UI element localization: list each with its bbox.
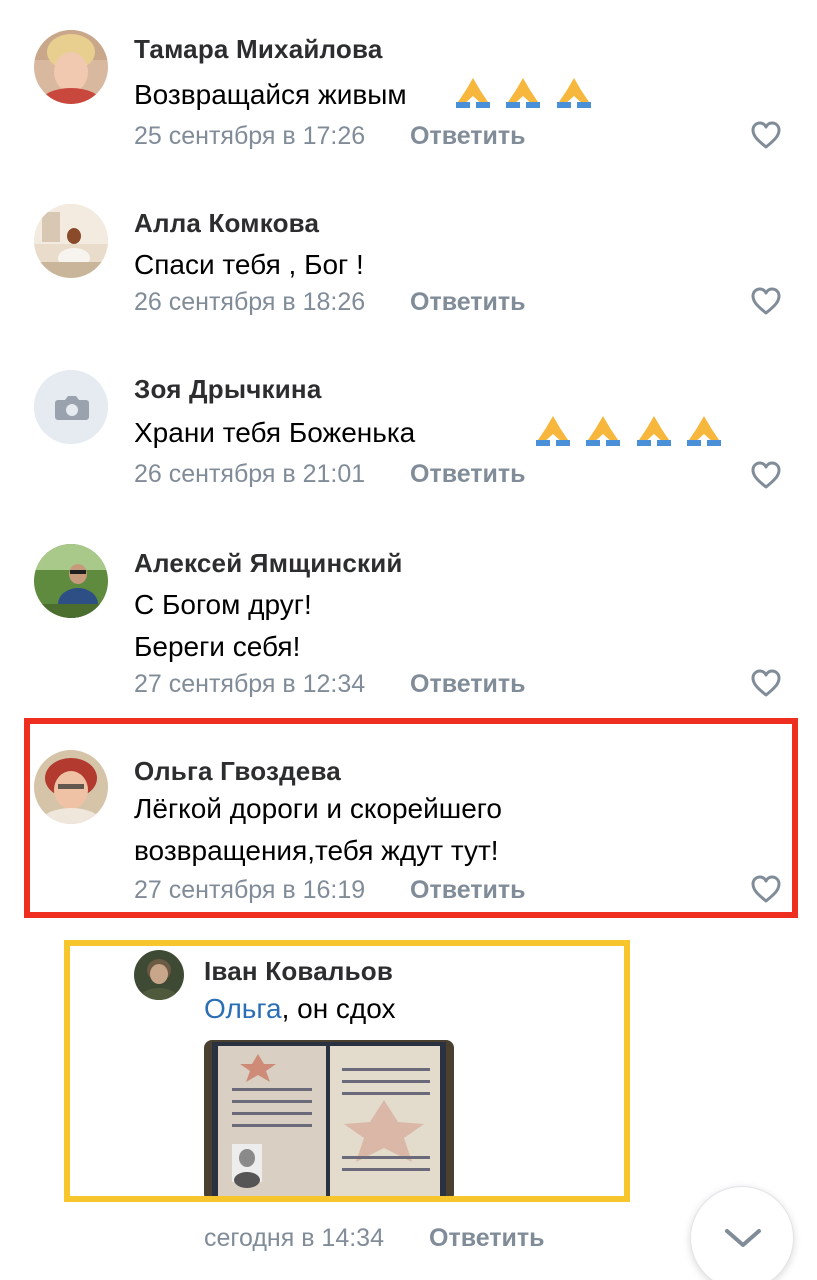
comment-text-line: Береги себя!	[134, 631, 301, 662]
comment-text-line: Лёгкой дороги и скорейшего	[134, 793, 502, 824]
comment-text: Возвращайся живым	[134, 74, 407, 116]
heart-outline-icon[interactable]	[750, 874, 782, 904]
comment-author[interactable]: Алла Комкова	[134, 208, 319, 239]
heart-outline-icon[interactable]	[750, 120, 782, 150]
reply-date: сегодня в 14:34	[204, 1224, 384, 1252]
comment-author[interactable]: Зоя Дрычкина	[134, 374, 322, 405]
folded-hands-icon	[687, 416, 722, 446]
comment-date: 25 сентября в 17:26	[134, 122, 366, 150]
reply-button[interactable]: Ответить	[410, 288, 526, 317]
chevron-down-icon	[725, 1229, 761, 1247]
folded-hands-icon	[556, 78, 591, 108]
avatar[interactable]	[34, 370, 108, 444]
comment-text: Спаси тебя , Бог !	[134, 244, 364, 286]
comment-date: 27 сентября в 16:19	[134, 876, 366, 904]
reply-button[interactable]: Ответить	[410, 460, 526, 489]
comment-date: 27 сентября в 12:34	[134, 670, 366, 698]
reply-button[interactable]: Ответить	[410, 122, 526, 151]
comment-author[interactable]: Алексей Ямщинский	[134, 548, 403, 579]
comment-author[interactable]: Ольга Гвоздева	[134, 756, 341, 787]
folded-hands-icon	[456, 78, 490, 108]
reply-button[interactable]: Ответить	[410, 876, 526, 905]
avatar[interactable]	[34, 544, 108, 618]
avatar[interactable]	[34, 204, 108, 278]
comments-thread: Тамара Михайлова Возвращайся живым 25 се…	[0, 0, 817, 1280]
comment-text-line: С Богом друг!	[134, 589, 312, 620]
comment-date: 26 сентября в 18:26	[134, 288, 366, 316]
folded-hands-icon	[636, 416, 671, 446]
heart-outline-icon[interactable]	[750, 668, 782, 698]
folded-hands-icon	[536, 416, 570, 446]
reply-button[interactable]: Ответить	[410, 670, 526, 699]
comment-text: С Богом друг! Береги себя!	[134, 584, 312, 668]
highlight-frame-yellow	[64, 940, 630, 1202]
comment-author[interactable]: Тамара Михайлова	[134, 34, 383, 65]
avatar[interactable]	[34, 30, 108, 104]
comment-text: Лёгкой дороги и скорейшего возвращения,т…	[134, 788, 502, 872]
reply-button[interactable]: Ответить	[429, 1224, 545, 1253]
comment-date: 26 сентября в 21:01	[134, 460, 366, 488]
heart-outline-icon[interactable]	[750, 286, 782, 316]
emoji-group	[454, 74, 601, 110]
camera-icon	[34, 370, 108, 444]
comment-text-line: возвращения,тебя ждут тут!	[134, 835, 499, 866]
emoji-group	[534, 412, 731, 448]
heart-outline-icon[interactable]	[750, 460, 782, 490]
scroll-down-button[interactable]	[690, 1186, 794, 1280]
comment-text-line: Храни тебя Боженька	[134, 417, 416, 448]
folded-hands-icon	[506, 78, 541, 108]
comment-text: Храни тебя Боженька	[134, 412, 415, 454]
avatar[interactable]	[34, 750, 108, 824]
comment-text-line: Возвращайся живым	[134, 79, 407, 110]
comment-text-line: Спаси тебя , Бог !	[134, 249, 364, 280]
folded-hands-icon	[586, 416, 621, 446]
